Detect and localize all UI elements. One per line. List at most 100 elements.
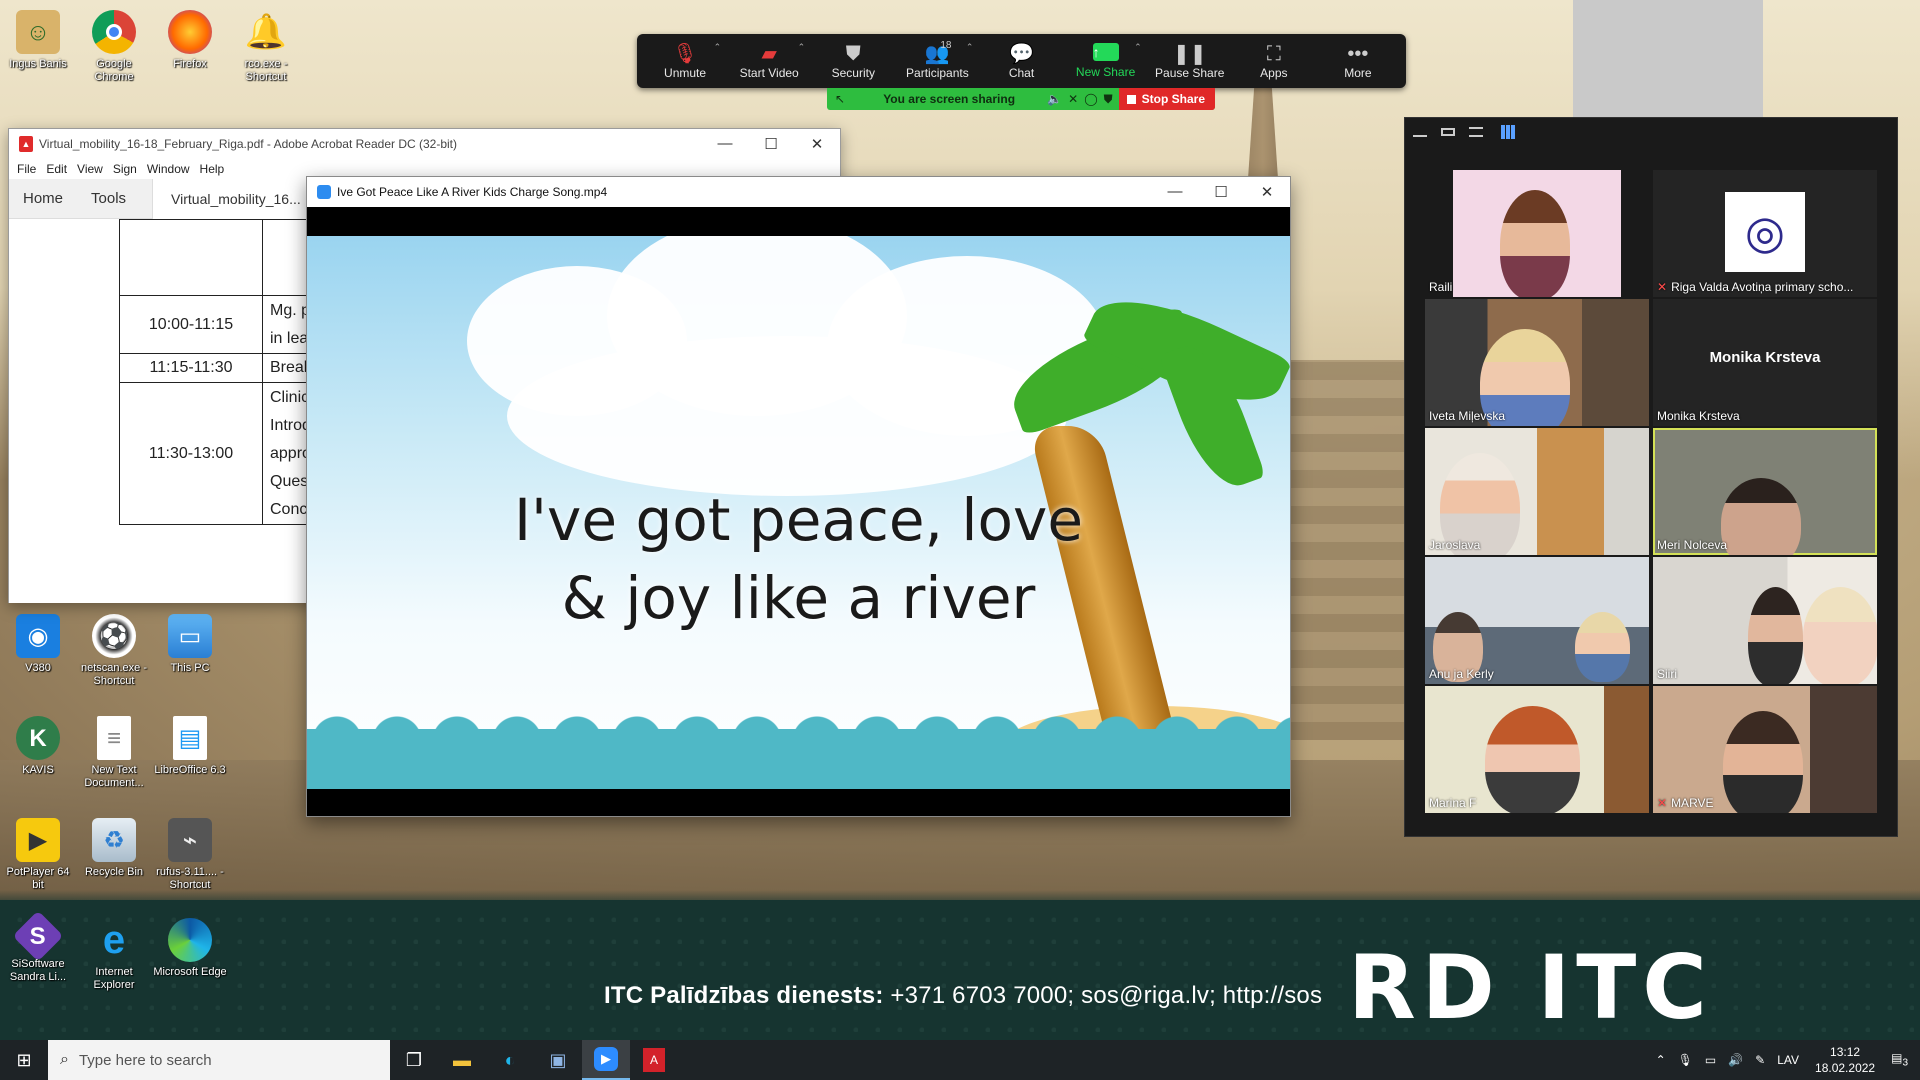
desktop-icon-this-pc[interactable]: ▭ This PC xyxy=(152,614,228,675)
speaker-view-icon[interactable] xyxy=(1441,128,1455,136)
pin-icon[interactable]: ↖ xyxy=(835,92,845,106)
desktop-icon-sisoftware[interactable]: S SiSoftware Sandra Li... xyxy=(0,910,76,984)
apps-button[interactable]: ⛶ Apps xyxy=(1232,34,1316,88)
pause-share-button[interactable]: ❚❚ Pause Share xyxy=(1148,34,1232,88)
minimize-button[interactable]: — xyxy=(702,135,748,153)
microphone-icon[interactable]: 🎙 xyxy=(1678,1053,1693,1067)
gallery-view-icon[interactable] xyxy=(1501,125,1515,139)
minimize-button[interactable]: — xyxy=(1152,183,1198,201)
desktop-icon-potplayer[interactable]: ▶ PotPlayer 64 bit xyxy=(0,818,76,892)
kavis-icon: K xyxy=(16,716,60,760)
notification-count: 3 xyxy=(1902,1057,1908,1069)
desktop-icon-recycle-bin[interactable]: ♻ Recycle Bin xyxy=(76,818,152,879)
acrobat-taskbar-button[interactable]: A xyxy=(630,1040,678,1080)
menu-file[interactable]: File xyxy=(17,162,36,176)
participants-button[interactable]: 👥 18 Participants ⌃ xyxy=(895,34,979,88)
status-ring-icon[interactable]: ◯ xyxy=(1084,92,1097,106)
maximize-button[interactable]: ☐ xyxy=(748,135,794,153)
video-player-window: Ive Got Peace Like A River Kids Charge S… xyxy=(306,176,1291,817)
unmute-button[interactable]: 🎙 Unmute ⌃ xyxy=(643,34,727,88)
participant-tile-marve[interactable]: ✕ MARVE xyxy=(1653,686,1877,813)
minimize-view-icon[interactable] xyxy=(1413,127,1427,137)
desktop-icon-firefox[interactable]: Firefox xyxy=(152,10,228,71)
pen-icon[interactable]: ✎ xyxy=(1755,1053,1765,1067)
participant-tile-anu-kerly[interactable]: Anu ja Kerly xyxy=(1425,557,1649,684)
speaker-icon[interactable]: 🔈 xyxy=(1047,92,1062,106)
desktop-icon-libreoffice[interactable]: ▤ LibreOffice 6.3 xyxy=(152,716,228,777)
schedule-time: 10:00-11:15 xyxy=(119,295,263,354)
participant-tile-meri[interactable]: Meri Nolceva xyxy=(1653,428,1877,555)
pdf-icon: ▲ xyxy=(19,136,33,152)
desktop-icon-internet-explorer[interactable]: e Internet Explorer xyxy=(76,918,152,992)
desktop-icon-netscan[interactable]: ⚽ netscan.exe - Shortcut xyxy=(76,614,152,688)
participant-tile-marina[interactable]: Marina F xyxy=(1425,686,1649,813)
ball-icon: ⚽ xyxy=(92,614,136,658)
bell-icon: 🔔 xyxy=(244,12,288,51)
participant-tile-jaroslava[interactable]: Jaroslava xyxy=(1425,428,1649,555)
firefox-icon xyxy=(168,10,212,54)
participant-tile-siiri[interactable]: Siiri xyxy=(1653,557,1877,684)
menu-window[interactable]: Window xyxy=(147,162,190,176)
mic-muted-icon[interactable]: ✕ xyxy=(1068,92,1078,106)
strip-view-icon[interactable] xyxy=(1469,127,1483,137)
start-video-button[interactable]: ▰ Start Video ⌃ xyxy=(727,34,811,88)
menu-edit[interactable]: Edit xyxy=(46,162,67,176)
chevron-up-icon[interactable]: ⌃ xyxy=(966,42,974,53)
chat-button[interactable]: 💬 Chat xyxy=(979,34,1063,88)
maximize-button[interactable]: ☐ xyxy=(1198,183,1244,201)
chevron-up-icon[interactable]: ⌃ xyxy=(1656,1053,1666,1067)
close-button[interactable]: ✕ xyxy=(1244,183,1290,201)
tab-document[interactable]: Virtual_mobility_16... xyxy=(152,178,319,219)
desktop-icon-new-text-document[interactable]: ≡ New Text Document... xyxy=(76,716,152,790)
network-app-button[interactable]: ▣ xyxy=(534,1040,582,1080)
security-shield-icon[interactable]: ⛊ xyxy=(1104,92,1113,107)
participant-tile-riga-school[interactable]: ◎ ✕ Riga Valda Avotiņa primary scho... xyxy=(1653,170,1877,297)
notifications-button[interactable]: ▤3 xyxy=(1891,1051,1908,1068)
screen-sharing-status: You are screen sharing xyxy=(883,92,1016,106)
participants-count: 18 xyxy=(940,40,952,51)
video-frame[interactable]: I've got peace, love & joy like a river xyxy=(307,236,1290,789)
language-indicator[interactable]: LAV xyxy=(1777,1053,1799,1067)
new-share-button[interactable]: ↑ New Share ⌃ xyxy=(1064,34,1148,88)
participant-tile-raili[interactable]: Raili xyxy=(1425,170,1649,297)
security-button[interactable]: ⛊ Security xyxy=(811,34,895,88)
stop-share-button[interactable]: Stop Share xyxy=(1118,88,1215,110)
chrome-icon xyxy=(92,10,136,54)
chevron-up-icon[interactable]: ⌃ xyxy=(714,42,722,53)
clock[interactable]: 13:12 18.02.2022 xyxy=(1815,1044,1875,1076)
zoom-taskbar-button[interactable]: ▶ xyxy=(582,1040,630,1080)
helpdesk-text: ITC Palīdzības dienests: +371 6703 7000;… xyxy=(604,982,1323,1009)
desktop-icon-rco-shortcut[interactable]: 🔔 rco.exe - Shortcut xyxy=(228,10,304,84)
camera-icon: ◉ xyxy=(16,614,60,658)
participant-tile-monika[interactable]: Monika Krsteva Monika Krsteva xyxy=(1653,299,1877,426)
network-icon[interactable]: ▭ xyxy=(1705,1053,1716,1067)
desktop-icon-edge[interactable]: Microsoft Edge xyxy=(152,918,228,979)
menu-help[interactable]: Help xyxy=(200,162,225,176)
edge-taskbar-button[interactable]: ◐ xyxy=(486,1040,534,1080)
tab-tools[interactable]: Tools xyxy=(77,190,140,207)
participant-tile-iveta[interactable]: Iveta Miļevska xyxy=(1425,299,1649,426)
more-button[interactable]: ••• More xyxy=(1316,34,1400,88)
desktop-icon-v380[interactable]: ◉ V380 xyxy=(0,614,76,675)
chevron-up-icon[interactable]: ⌃ xyxy=(1134,42,1142,53)
apps-icon: ⛶ xyxy=(1266,43,1281,65)
close-button[interactable]: ✕ xyxy=(794,135,840,153)
start-button[interactable]: ⊞ xyxy=(0,1040,48,1080)
acrobat-title-bar[interactable]: ▲ Virtual_mobility_16-18_February_Riga.p… xyxy=(9,129,840,159)
desktop-icon-rufus[interactable]: ⌁ rufus-3.11.... - Shortcut xyxy=(152,818,228,892)
file-explorer-button[interactable]: ▬ xyxy=(438,1040,486,1080)
volume-icon[interactable]: 🔊 xyxy=(1728,1053,1743,1067)
chevron-up-icon[interactable]: ⌃ xyxy=(798,42,806,53)
menu-view[interactable]: View xyxy=(77,162,103,176)
taskbar-search[interactable]: ⌕ Type here to search xyxy=(48,1040,390,1080)
computer-icon: ▭ xyxy=(168,614,212,658)
video-title-bar[interactable]: Ive Got Peace Like A River Kids Charge S… xyxy=(307,177,1290,207)
desktop-icon-kavis[interactable]: K KAVIS xyxy=(0,716,76,777)
desktop-icon-chrome[interactable]: Google Chrome xyxy=(76,10,152,84)
tab-home[interactable]: Home xyxy=(9,190,77,207)
zoom-icon: ▶ xyxy=(594,1047,618,1071)
mic-muted-icon: ✕ xyxy=(1657,280,1668,294)
desktop-icon-ingus-banis[interactable]: ☺ Ingus Banis xyxy=(0,10,76,71)
menu-sign[interactable]: Sign xyxy=(113,162,137,176)
task-view-button[interactable]: ❐ xyxy=(390,1040,438,1080)
